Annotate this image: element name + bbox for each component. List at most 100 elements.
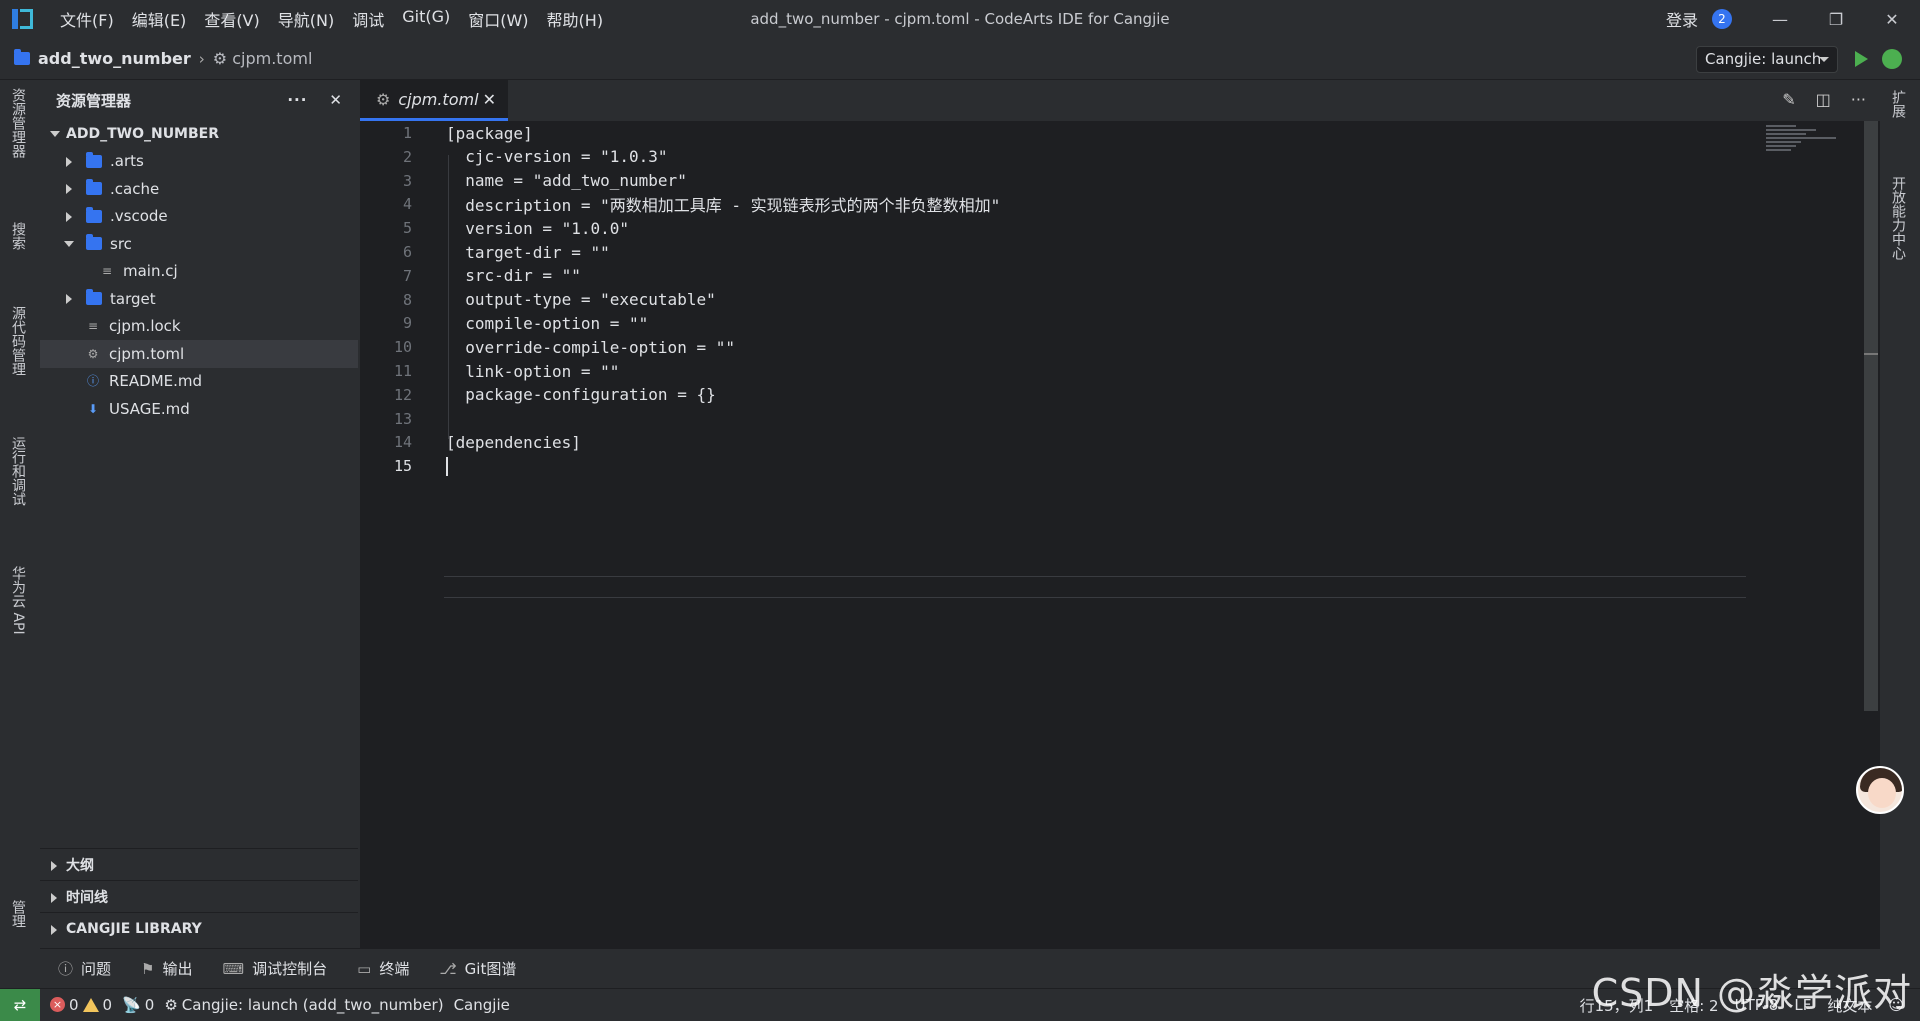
outline-panel[interactable]: 大纲 [40, 848, 358, 880]
minimap[interactable] [1766, 125, 1836, 155]
tree-item-cjpm-toml[interactable]: ⚙ cjpm.toml [40, 340, 358, 368]
debug-icon[interactable] [1882, 49, 1902, 69]
vertical-scrollbar[interactable] [1864, 121, 1878, 711]
edit-icon[interactable]: ✎ [1782, 90, 1795, 109]
menu-git[interactable]: Git(G) [393, 7, 459, 31]
tree-item-src[interactable]: src [40, 230, 358, 258]
run-config-select[interactable]: Cangjie: launch [1696, 46, 1838, 73]
tree-item-target[interactable]: target [40, 285, 358, 313]
activity-explorer[interactable]: 资源管理器 [6, 88, 30, 178]
notification-badge[interactable]: 2 [1712, 9, 1732, 29]
chevron-right-icon [66, 184, 72, 194]
editor-area: ⚙ cjpm.toml ✕ ✎ ◫ ··· 1 [package] 2 cjc-v… [360, 80, 1880, 948]
breadcrumb-file[interactable]: ⚙ cjpm.toml [213, 49, 313, 68]
error-icon: × [50, 997, 65, 1012]
current-line-highlight [444, 576, 1746, 598]
broadcast-icon: 📡 [122, 995, 141, 1014]
folder-icon [14, 49, 30, 65]
gear-icon: ⚙ [212, 49, 233, 68]
tab-terminal[interactable]: ▭ 终端 [357, 958, 409, 979]
code-line: [package] [446, 123, 533, 143]
more-actions-icon[interactable]: ··· [1851, 90, 1866, 109]
activity-manage[interactable]: 管理 [6, 900, 30, 960]
ports-status[interactable]: 📡 0 [122, 996, 154, 1014]
gear-icon: ⚙ [87, 346, 99, 361]
menu-debug[interactable]: 调试 [343, 7, 393, 31]
close-tab-icon[interactable]: ✕ [483, 90, 496, 109]
code-editor[interactable]: 1 [package] 2 cjc-version = "1.0.3" 3 nam… [360, 121, 1880, 948]
code-line: cjc-version = "1.0.3" [446, 147, 668, 167]
folder-icon [86, 179, 102, 196]
tree-item-vscode[interactable]: .vscode [40, 203, 358, 231]
editor-tab-bar: ⚙ cjpm.toml ✕ ✎ ◫ ··· [360, 80, 1880, 121]
terminal-icon: ▭ [357, 959, 372, 978]
restore-icon[interactable]: ❐ [1808, 0, 1864, 38]
chevron-right-icon [66, 294, 72, 304]
menu-edit[interactable]: 编辑(E) [123, 7, 196, 31]
menu-navigate[interactable]: 导航(N) [269, 7, 343, 31]
chevron-right-icon [51, 893, 57, 903]
cangjie-library-panel[interactable]: CANGJIE LIBRARY [40, 912, 358, 944]
menu-help[interactable]: 帮助(H) [538, 7, 613, 31]
tree-item-cache[interactable]: .cache [40, 175, 358, 203]
line-number: 3 [402, 171, 412, 190]
info-icon: ⓘ [86, 374, 99, 389]
tree-item-main-cj[interactable]: ≡ main.cj [40, 258, 358, 286]
menu-view[interactable]: 查看(V) [195, 7, 268, 31]
line-number: 12 [393, 385, 412, 404]
code-line: override-compile-option = "" [446, 337, 735, 357]
code-line: src-dir = "" [446, 266, 581, 286]
run-icon[interactable] [1855, 51, 1868, 67]
tree-item-arts[interactable]: .arts [40, 148, 358, 176]
chevron-down-icon [64, 241, 74, 247]
tab-cjpm-toml[interactable]: ⚙ cjpm.toml ✕ [360, 80, 508, 121]
tree-root[interactable]: ADD_TWO_NUMBER [40, 120, 358, 148]
tab-debug-console[interactable]: ⌨ 调试控制台 [223, 958, 328, 979]
login-link[interactable]: 登录 [1666, 7, 1698, 31]
breadcrumb-project[interactable]: add_two_number [14, 49, 191, 68]
more-actions-icon[interactable]: ··· [287, 91, 307, 109]
code-line: compile-option = "" [446, 313, 649, 333]
timeline-panel[interactable]: 时间线 [40, 880, 358, 912]
language-status[interactable]: Cangjie [454, 996, 510, 1014]
tree-item-usage[interactable]: ⬇ USAGE.md [40, 395, 358, 423]
minimize-icon[interactable]: — [1752, 0, 1808, 38]
chevron-right-icon [51, 925, 57, 935]
watermark: CSDN @淼学派对 [1591, 971, 1912, 1015]
tab-git-graph[interactable]: ⎇ Git图谱 [439, 958, 516, 979]
close-window-icon[interactable]: ✕ [1864, 0, 1920, 38]
assistant-avatar[interactable] [1856, 766, 1904, 814]
warning-icon [82, 997, 99, 1012]
close-icon[interactable]: ✕ [329, 91, 342, 109]
gear-icon: ⚙ [376, 89, 391, 109]
chevron-right-icon [51, 861, 57, 871]
tab-problems[interactable]: ⓘ 问题 [58, 958, 111, 979]
activity-huawei-api[interactable]: 华为云 API [6, 566, 30, 666]
app-logo-icon [12, 8, 34, 30]
activity-run-debug[interactable]: 运行和调试 [6, 436, 30, 546]
activity-extensions[interactable]: 扩展 [1886, 90, 1910, 150]
split-editor-icon[interactable]: ◫ [1816, 90, 1831, 109]
code-line: target-dir = "" [446, 242, 610, 262]
remote-icon[interactable]: ⇄ [0, 988, 40, 1021]
tab-output[interactable]: ⚑ 输出 [141, 958, 192, 979]
line-number: 10 [393, 338, 412, 357]
menu-bar: 文件(F) 编辑(E) 查看(V) 导航(N) 调试 Git(G) 窗口(W) … [51, 7, 612, 31]
breadcrumb-separator-icon: › [198, 49, 205, 68]
activity-source-control[interactable]: 源代码管理 [6, 306, 30, 416]
download-arrow-icon: ⬇ [87, 401, 99, 416]
debug-console-icon: ⌨ [222, 959, 245, 978]
code-line: version = "1.0.0" [446, 218, 630, 238]
menu-file[interactable]: 文件(F) [51, 7, 123, 31]
tree-item-readme[interactable]: ⓘ README.md [40, 368, 358, 396]
tree-item-cjpm-lock[interactable]: ≡ cjpm.lock [40, 313, 358, 341]
line-number: 8 [402, 290, 412, 309]
line-number: 7 [402, 266, 412, 285]
activity-search[interactable]: 搜索 [6, 222, 30, 282]
launch-status[interactable]: ⚙ Cangjie: launch (add_two_number) [164, 996, 443, 1014]
line-number: 2 [402, 147, 412, 166]
menu-window[interactable]: 窗口(W) [459, 7, 537, 31]
activity-open-capability-center[interactable]: 开放能力中心 [1886, 176, 1910, 286]
problems-status[interactable]: × 0 0 [50, 996, 112, 1014]
folder-icon [86, 234, 102, 251]
